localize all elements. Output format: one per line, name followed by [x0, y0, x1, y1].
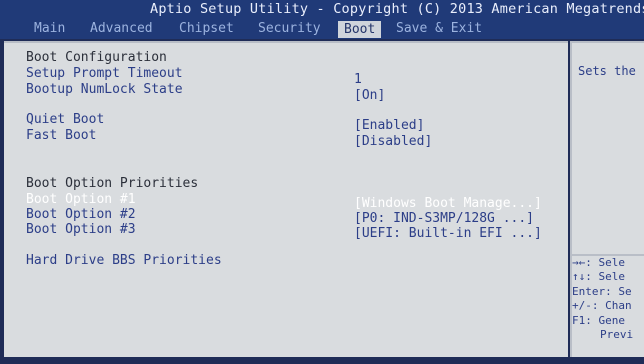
tab-boot[interactable]: Boot [338, 21, 382, 38]
bottom-strip [0, 357, 644, 364]
help-key-select-screen: →←: Sele [572, 256, 625, 269]
boot-option-2-label[interactable]: Boot Option #2 [26, 208, 136, 221]
quiet-boot-value[interactable]: [Enabled] [354, 119, 424, 132]
menu-bar: Main Advanced Chipset Security Boot Save… [0, 19, 644, 39]
help-key-enter: Enter: Se [572, 285, 632, 298]
help-panel: Sets the →←: Sele ↑↓: Sele Enter: Se +/-… [570, 41, 644, 359]
help-key-change-opt: +/-: Chan [572, 299, 632, 312]
boot-option-2-value[interactable]: [P0: IND-S3MP/128G ...] [354, 212, 534, 225]
boot-option-3-label[interactable]: Boot Option #3 [26, 223, 136, 236]
tab-security[interactable]: Security [254, 22, 325, 35]
help-description: Sets the [578, 64, 636, 78]
section-boot-option-priorities: Boot Option Priorities [26, 176, 199, 191]
title-bar: Aptio Setup Utility - Copyright (C) 2013… [0, 0, 644, 19]
setup-prompt-timeout-value[interactable]: 1 [354, 73, 362, 86]
quiet-boot-label[interactable]: Quiet Boot [26, 113, 104, 126]
help-key-f1-general-help: F1: Gene [572, 314, 625, 327]
bootup-numlock-state-label[interactable]: Bootup NumLock State [26, 83, 183, 96]
fast-boot-label[interactable]: Fast Boot [26, 129, 96, 142]
hard-drive-bbs-priorities-link[interactable]: Hard Drive BBS Priorities [26, 254, 222, 267]
tab-chipset[interactable]: Chipset [175, 22, 238, 35]
setup-prompt-timeout-label[interactable]: Setup Prompt Timeout [26, 67, 183, 80]
fast-boot-value[interactable]: [Disabled] [354, 135, 432, 148]
bios-screen: Aptio Setup Utility - Copyright (C) 2013… [0, 0, 644, 364]
tab-save-exit[interactable]: Save & Exit [392, 22, 486, 35]
tab-advanced[interactable]: Advanced [86, 22, 157, 35]
boot-option-3-value[interactable]: [UEFI: Built-in EFI ...] [354, 227, 542, 240]
help-key-select-item: ↑↓: Sele [572, 270, 625, 283]
tab-main[interactable]: Main [30, 22, 69, 35]
bootup-numlock-state-value[interactable]: [On] [354, 89, 385, 102]
boot-settings-panel: Boot Configuration Setup Prompt Timeout … [4, 41, 568, 359]
section-boot-configuration: Boot Configuration [26, 50, 167, 65]
boot-option-1-value[interactable]: [Windows Boot Manage...] [354, 197, 542, 210]
app-title: Aptio Setup Utility - Copyright (C) 2013… [150, 1, 644, 17]
boot-option-1-label[interactable]: Boot Option #1 [26, 193, 136, 206]
help-key-previous: Previ [600, 328, 634, 341]
